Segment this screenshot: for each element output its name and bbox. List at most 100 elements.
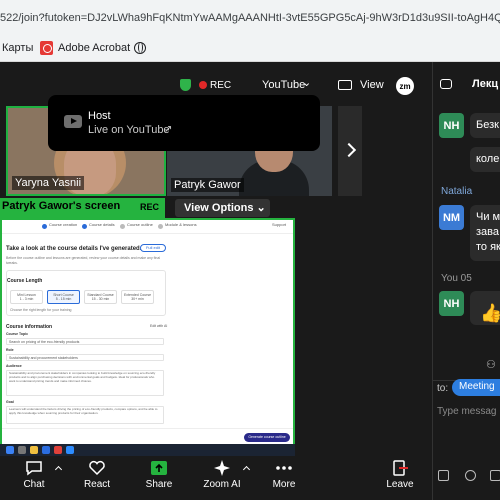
external-link-icon[interactable]: ↗ xyxy=(164,124,172,135)
sparkle-icon xyxy=(214,460,230,476)
stepper-nav: Course creation Course details Course ou… xyxy=(2,220,293,234)
support-link[interactable]: Support xyxy=(272,222,286,227)
file-icon[interactable] xyxy=(490,470,500,481)
youtube-live-tooltip xyxy=(48,95,320,151)
field-label: Course Topic xyxy=(6,332,29,336)
view-options-label: View Options xyxy=(184,202,254,214)
react-button[interactable]: React xyxy=(74,460,120,490)
chat-popout-icon[interactable] xyxy=(440,79,452,89)
course-length-footer: Choose the right length for your trainin… xyxy=(10,308,72,312)
option-desc: 1 - 3 min xyxy=(19,297,34,301)
chat-button[interactable]: Chat xyxy=(11,460,57,490)
message-sender: Natalia xyxy=(441,186,473,197)
chat-message: Безк xyxy=(470,113,500,138)
avatar: NM xyxy=(439,205,464,230)
format-icon[interactable] xyxy=(438,470,449,481)
field-label: Audience xyxy=(6,364,22,368)
option-desc: 5 - 15 min xyxy=(55,297,72,301)
chevron-down-icon: ⌄ xyxy=(256,202,266,214)
chevron-down-icon[interactable]: ⌄ xyxy=(302,76,311,89)
course-info-heading: Course information xyxy=(6,324,53,330)
emoji-icon[interactable] xyxy=(465,470,476,481)
avatar: NH xyxy=(439,113,464,138)
goal-field[interactable]: Learners will understand the factors dri… xyxy=(6,406,164,424)
zoom-ai-label: Zoom AI xyxy=(203,479,241,490)
youtube-icon xyxy=(64,115,82,128)
step-label: Module & lessons xyxy=(165,222,197,227)
step-label: Course details xyxy=(89,222,115,227)
leave-label: Leave xyxy=(386,479,414,490)
chat-icon xyxy=(26,461,42,476)
leave-icon xyxy=(393,460,408,476)
share-rec-label: REC xyxy=(140,202,160,212)
tooltip-status[interactable]: Live on YouTube xyxy=(88,124,170,136)
people-icon[interactable]: ⚇ xyxy=(486,358,496,371)
audience-field[interactable]: Sustainability and procurement stakehold… xyxy=(6,370,164,396)
screen-title: Take a look at the course details I've g… xyxy=(6,246,142,252)
avatar: NH xyxy=(439,291,464,316)
recording-dot-icon xyxy=(199,81,207,89)
view-grid-icon[interactable] xyxy=(338,80,352,90)
share-icon xyxy=(151,461,167,475)
edit-with-ai-button[interactable]: Edit with AI xyxy=(150,324,167,328)
chat-message: Чи м зава то як xyxy=(470,205,500,261)
participant-name: Patryk Gawor xyxy=(171,178,244,192)
search-icon xyxy=(18,446,26,454)
folder-icon xyxy=(30,446,38,454)
course-length-heading: Course Length xyxy=(7,278,43,284)
generate-outline-button[interactable]: Generate course outline xyxy=(244,433,290,442)
zoom-badge[interactable]: zm xyxy=(396,77,414,95)
chat-input[interactable]: Type messag xyxy=(437,406,496,417)
step-dot-icon xyxy=(42,224,47,229)
option-standard-course[interactable]: Standard Course 15 - 30 min xyxy=(84,290,117,304)
windows-start-icon xyxy=(6,446,14,454)
adobe-acrobat-icon xyxy=(40,41,53,55)
step-dot-icon xyxy=(82,224,87,229)
option-desc: 30+ min xyxy=(131,297,144,301)
rec-label[interactable]: REC xyxy=(210,80,231,91)
step-label: Course outline xyxy=(127,222,153,227)
tooltip-role: Host xyxy=(88,110,111,122)
bookmark-maps[interactable]: Карты xyxy=(2,42,33,54)
next-page-button[interactable] xyxy=(338,106,362,196)
option-desc: 15 - 30 min xyxy=(91,297,110,301)
course-topic-field[interactable]: Search on pricing of the eco-friendly pr… xyxy=(6,338,164,345)
share-button[interactable]: Share xyxy=(136,460,182,490)
url-text[interactable]: 522/join?futoken=DJ2vLWha9hFqKNtmYwAAMgA… xyxy=(0,12,500,24)
heart-icon xyxy=(89,460,105,476)
option-mini-lesson[interactable]: Mini Lesson 1 - 3 min xyxy=(10,290,43,304)
react-label: React xyxy=(83,479,111,490)
field-label: Goal xyxy=(6,400,14,404)
encryption-shield-icon[interactable] xyxy=(180,79,191,91)
globe-icon[interactable] xyxy=(134,42,146,54)
more-icon xyxy=(276,466,292,470)
option-short-course[interactable]: Short Course 5 - 15 min xyxy=(47,290,80,304)
zoom-app-icon xyxy=(66,446,74,454)
chat-panel-title: Лекц xyxy=(472,78,499,90)
recipient-select[interactable]: Meeting xyxy=(452,379,500,396)
bookmark-adobe-acrobat[interactable]: Adobe Acrobat xyxy=(58,42,130,54)
step-dot-icon xyxy=(120,224,125,229)
youtube-menu[interactable]: YouTube xyxy=(262,79,305,91)
option-extended-course[interactable]: Extended Course 30+ min xyxy=(121,290,154,304)
view-button[interactable]: View xyxy=(360,79,384,91)
share-label: Patryk Gawor's screen xyxy=(2,200,121,212)
to-label: to: xyxy=(437,383,449,394)
more-label: More xyxy=(272,479,296,490)
step-label: Course creation xyxy=(49,222,78,227)
screen-subtitle: Before the course outline and lessons ar… xyxy=(6,256,161,265)
role-field[interactable]: Sustainability and procurement stakehold… xyxy=(6,354,164,361)
message-sender: You 05 xyxy=(441,273,472,284)
thumbs-up-emoji: 👍 xyxy=(480,303,500,323)
full-edit-button[interactable]: Full edit xyxy=(140,244,166,252)
share-label: Share xyxy=(145,479,173,490)
participant-name: Yaryna Yasnii xyxy=(12,176,85,190)
leave-button[interactable]: Leave xyxy=(377,460,423,490)
step-dot-icon xyxy=(158,224,163,229)
field-label: Role xyxy=(6,348,14,352)
more-button[interactable]: More xyxy=(261,460,307,490)
chat-message: коле xyxy=(470,147,500,172)
view-options-button[interactable]: View Options ⌄ xyxy=(175,199,270,217)
browser-icon xyxy=(42,446,50,454)
zoom-ai-button[interactable]: Zoom AI xyxy=(199,460,245,490)
